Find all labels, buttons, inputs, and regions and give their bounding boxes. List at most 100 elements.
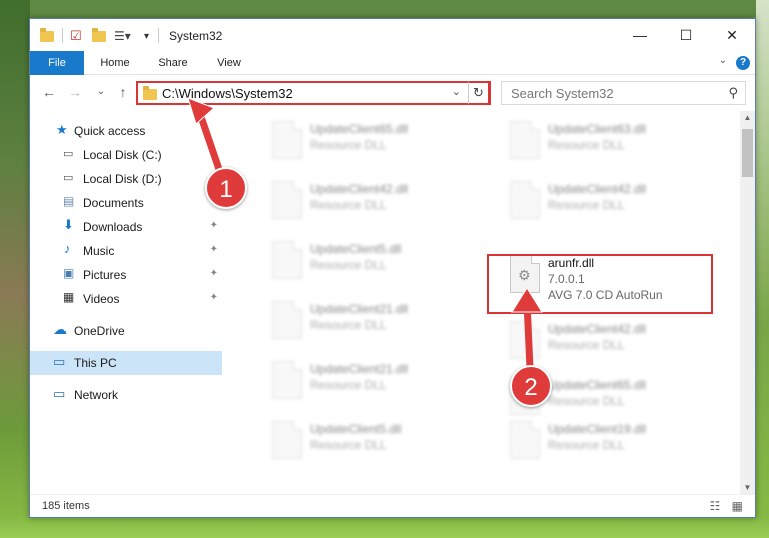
music-icon: ♪ [64,241,71,256]
back-button[interactable]: ← [40,84,58,100]
customize-toolbar-icon[interactable]: ☰▾ [114,28,131,44]
sidebar-item-pictures[interactable]: ▣ Pictures ✦ [30,263,222,287]
dll-file-icon [510,181,540,219]
pin-icon[interactable]: ✦ [210,244,218,255]
sidebar-item-music[interactable]: ♪ Music ✦ [30,239,222,263]
list-item[interactable]: UpdateClient63.dll Resource DLL [488,111,718,163]
search-input[interactable]: Search System32 ⚲ [501,81,746,105]
tab-home[interactable]: Home [90,51,140,75]
dll-file-icon [272,181,302,219]
forward-button[interactable]: → [66,84,84,100]
step-1-badge: 1 [205,167,247,209]
list-item[interactable]: UpdateClient21.dll Resource DLL [250,351,480,403]
sidebar-item-label: Network [74,388,119,402]
documents-icon: ▤ [63,194,75,208]
collapse-ribbon-icon[interactable]: ⌄ [719,55,727,66]
dll-file-icon [272,361,302,399]
videos-icon: ▦ [63,290,75,304]
dll-file-icon [272,241,302,279]
window-folder-icon [40,27,54,44]
list-item[interactable]: UpdateClient5.dll Resource DLL [250,231,480,283]
address-dropdown-icon[interactable]: ⌄ [452,85,461,98]
file-explorer-window: ☑ ☰▾ ▾ System32 — ☐ ✕ File Home Share Vi… [29,18,756,518]
star-icon: ★ [56,122,68,137]
sidebar-item-label: Videos [83,292,120,306]
tab-file[interactable]: File [30,51,84,75]
sidebar-item-videos[interactable]: ▦ Videos ✦ [30,287,222,311]
desktop-background-left [0,0,30,538]
item-count: 185 items [42,500,90,512]
sidebar-item-network[interactable]: ▭ Network [30,383,222,407]
sidebar-item-label: Pictures [83,268,127,282]
file-list: UpdateClient65.dll Resource DLL UpdateCl… [228,111,740,494]
ribbon-tabs: File Home Share View ⌄ ? [30,51,755,75]
sidebar-item-downloads[interactable]: ⬇ Downloads ✦ [30,215,222,239]
list-item[interactable]: UpdateClient42.dll Resource DLL [488,171,718,223]
minimize-button[interactable]: — [617,19,663,51]
list-item[interactable]: UpdateClient65.dll Resource DLL [250,111,480,163]
sidebar-item-label: This PC [74,356,117,370]
cloud-icon: ☁ [53,321,67,337]
vertical-scrollbar[interactable]: ▲ ▼ [740,111,755,494]
sidebar-item-this-pc[interactable]: ▭ This PC [30,351,222,375]
sidebar-item-label: Local Disk (C:) [83,148,162,162]
desktop-background-bottom [0,516,769,538]
recent-locations-button[interactable]: ⌄ [92,86,110,97]
help-button[interactable]: ? [736,56,750,70]
sidebar-item-label: Documents [83,196,144,210]
window-title: System32 [169,29,223,43]
list-item[interactable]: UpdateClient21.dll Resource DLL [250,291,480,343]
tab-view[interactable]: View [204,51,254,75]
properties-icon[interactable]: ☑ [70,28,82,44]
list-item[interactable]: UpdateClient42.dll Resource DLL [250,171,480,223]
close-button[interactable]: ✕ [709,19,755,51]
sidebar-item-label: OneDrive [74,324,125,338]
drive-icon: ▭ [63,172,74,184]
sidebar-item-onedrive[interactable]: ☁ OneDrive [30,319,222,343]
dll-file-icon [272,421,302,459]
tab-share[interactable]: Share [148,51,198,75]
network-icon: ▭ [53,386,66,401]
pictures-icon: ▣ [63,266,75,280]
title-bar: ☑ ☰▾ ▾ System32 — ☐ ✕ [30,19,755,51]
address-path[interactable]: C:\Windows\System32 [162,86,293,101]
dll-file-icon [272,301,302,339]
list-item[interactable]: UpdateClient19.dll Resource DLL [488,411,718,463]
scrollbar-thumb[interactable] [742,129,753,177]
list-item[interactable]: UpdateClient5.dll Resource DLL [250,411,480,463]
scroll-down-icon[interactable]: ▼ [740,483,755,492]
sidebar-item-quick-access[interactable]: ★ Quick access [30,119,222,143]
new-folder-icon[interactable] [92,27,106,44]
title-separator [62,28,63,43]
step-2-badge: 2 [510,365,552,407]
maximize-button[interactable]: ☐ [663,19,709,51]
download-icon: ⬇ [63,217,74,232]
navigation-pane: ★ Quick access ▭ Local Disk (C:) ▭ Local… [30,111,222,494]
dll-file-icon [510,321,540,359]
up-button[interactable]: ↑ [114,84,132,100]
pin-icon[interactable]: ✦ [210,220,218,231]
desktop-background-right [756,0,769,538]
scroll-up-icon[interactable]: ▲ [740,113,755,122]
address-folder-icon [143,86,157,100]
sidebar-item-label: Quick access [74,124,146,138]
refresh-button[interactable]: ↻ [468,81,490,105]
title-separator-2 [158,28,159,43]
computer-icon: ▭ [53,354,66,369]
dll-file-icon [510,421,540,459]
address-bar[interactable]: C:\Windows\System32 ⌄ [136,81,491,105]
pin-icon[interactable]: ✦ [210,268,218,279]
sidebar-item-label: Music [83,244,115,258]
view-toggle-icons[interactable]: ☷ ▦ [710,499,747,513]
list-item[interactable]: UpdateClient42.dll Resource DLL [488,311,718,363]
pin-icon[interactable]: ✦ [210,292,218,303]
drive-icon: ▭ [63,148,74,160]
quick-access-dropdown-icon[interactable]: ▾ [144,28,149,44]
search-icon[interactable]: ⚲ [728,85,738,101]
file-highlight-box [487,254,713,314]
sidebar-item-local-disk-d[interactable]: ▭ Local Disk (D:) [30,167,222,191]
sidebar-item-local-disk-c[interactable]: ▭ Local Disk (C:) [30,143,222,167]
sidebar-item-documents[interactable]: ▤ Documents ✦ [30,191,222,215]
status-bar: 185 items ☷ ▦ [30,494,755,517]
navigation-bar: ← → ⌄ ↑ C:\Windows\System32 ⌄ ↻ Search S… [30,75,755,111]
